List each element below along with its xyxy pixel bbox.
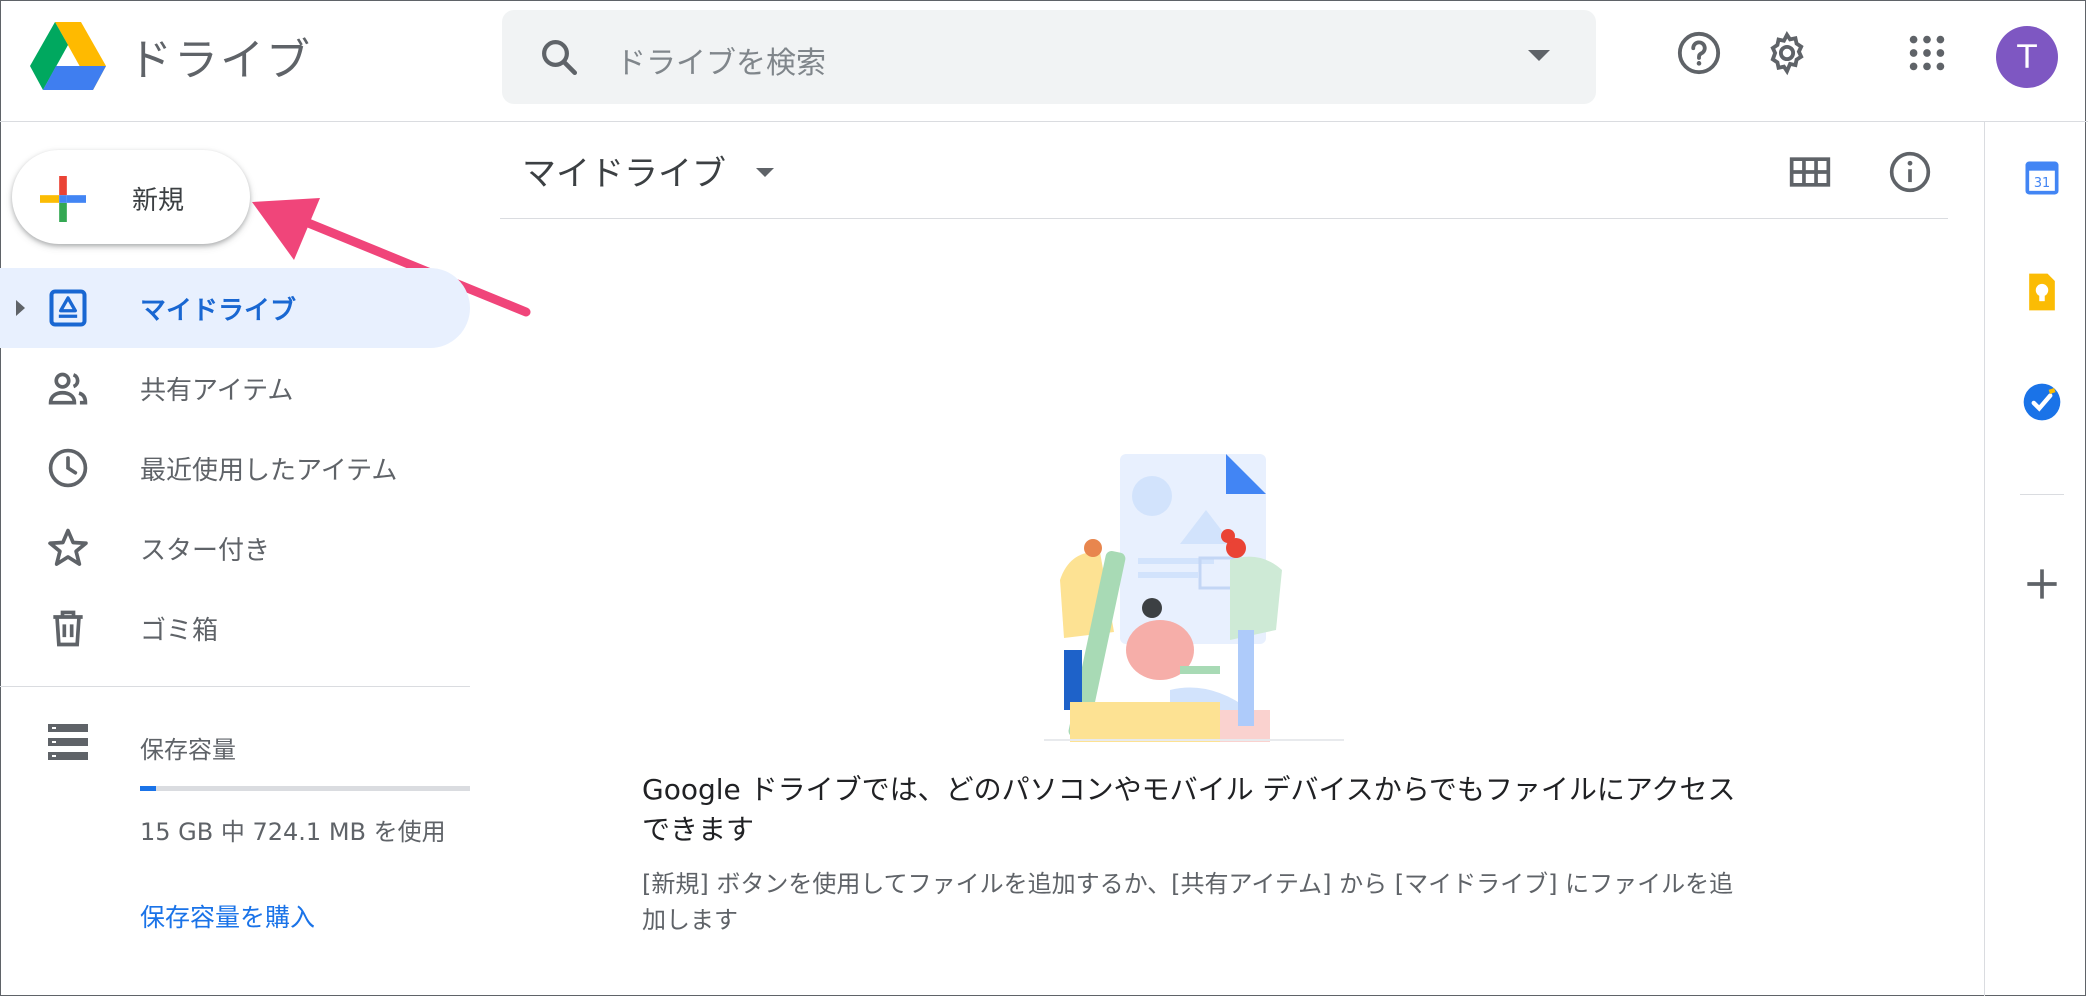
drive-logo-icon[interactable] <box>30 22 106 90</box>
info-icon[interactable] <box>1888 150 1932 194</box>
gear-icon[interactable] <box>1764 30 1810 76</box>
top-bar: ドライブ ドライブを検索 T <box>0 0 2088 122</box>
app-title: ドライブ <box>128 35 312 86</box>
apps-grid-icon[interactable] <box>1904 30 1950 76</box>
clock-icon <box>48 448 88 488</box>
sidebar-item-trash[interactable]: ゴミ箱 <box>0 588 470 668</box>
trash-icon <box>53 610 83 647</box>
expand-arrow-icon[interactable] <box>16 300 25 316</box>
avatar[interactable]: T <box>1996 26 2058 88</box>
main-header-divider <box>500 218 1948 219</box>
help-icon[interactable] <box>1676 30 1722 76</box>
sidebar-item-shared[interactable]: 共有アイテム <box>0 348 470 428</box>
search-input[interactable]: ドライブを検索 <box>616 38 826 82</box>
plus-icon <box>40 176 86 222</box>
empty-state-illustration <box>1044 454 1344 742</box>
storage-progress-fill <box>140 786 156 791</box>
storage-usage-text: 15 GB 中 724.1 MB を使用 <box>140 818 446 846</box>
calendar-icon[interactable]: 31 <box>2020 156 2064 200</box>
storage-progress-bar <box>140 786 470 791</box>
search-icon[interactable] <box>538 36 580 78</box>
empty-state-subtitle: [新規] ボタンを使用してファイルを追加するか、[共有アイテム] から [マイド… <box>642 870 1734 934</box>
buy-storage-link[interactable]: 保存容量を購入 <box>140 898 315 934</box>
sidebar-item-recent[interactable]: 最近使用したアイテム <box>0 428 470 508</box>
tasks-icon[interactable] <box>2020 380 2064 424</box>
keep-icon[interactable] <box>2020 270 2064 314</box>
add-addon-plus-icon[interactable] <box>2020 562 2064 606</box>
sidebar-item-my-drive[interactable]: マイドライブ <box>0 268 470 348</box>
people-icon <box>48 372 88 405</box>
side-panel-separator <box>2020 494 2064 495</box>
new-button-label: 新規 <box>132 186 185 216</box>
sidebar-item-starred[interactable]: スター付き <box>0 508 470 588</box>
page-title[interactable]: マイドライブ <box>522 146 726 195</box>
storage-icon <box>48 724 88 760</box>
sidebar-item-label: 共有アイテム <box>140 376 294 406</box>
search-options-chevron-down-icon[interactable] <box>1528 50 1550 61</box>
sidebar-item-label: スター付き <box>140 536 271 566</box>
sidebar-item-label: ゴミ箱 <box>140 616 219 646</box>
sidebar-divider <box>0 686 470 687</box>
side-panel-divider <box>1984 122 1985 996</box>
search-bar[interactable]: ドライブを検索 <box>502 10 1596 104</box>
star-icon <box>48 528 88 566</box>
svg-text:31: 31 <box>2034 176 2050 191</box>
empty-state-title: Google ドライブでは、どのパソコンやモバイル デバイスからでもファイルにア… <box>642 773 1736 846</box>
sidebar-item-label: 最近使用したアイテム <box>140 456 398 486</box>
page-title-chevron-down-icon[interactable] <box>756 168 774 177</box>
storage-label: 保存容量 <box>140 736 236 764</box>
my-drive-icon <box>49 289 87 327</box>
grid-view-icon[interactable] <box>1788 150 1832 194</box>
sidebar-item-label: マイドライブ <box>140 296 297 326</box>
new-button[interactable]: 新規 <box>12 150 250 244</box>
